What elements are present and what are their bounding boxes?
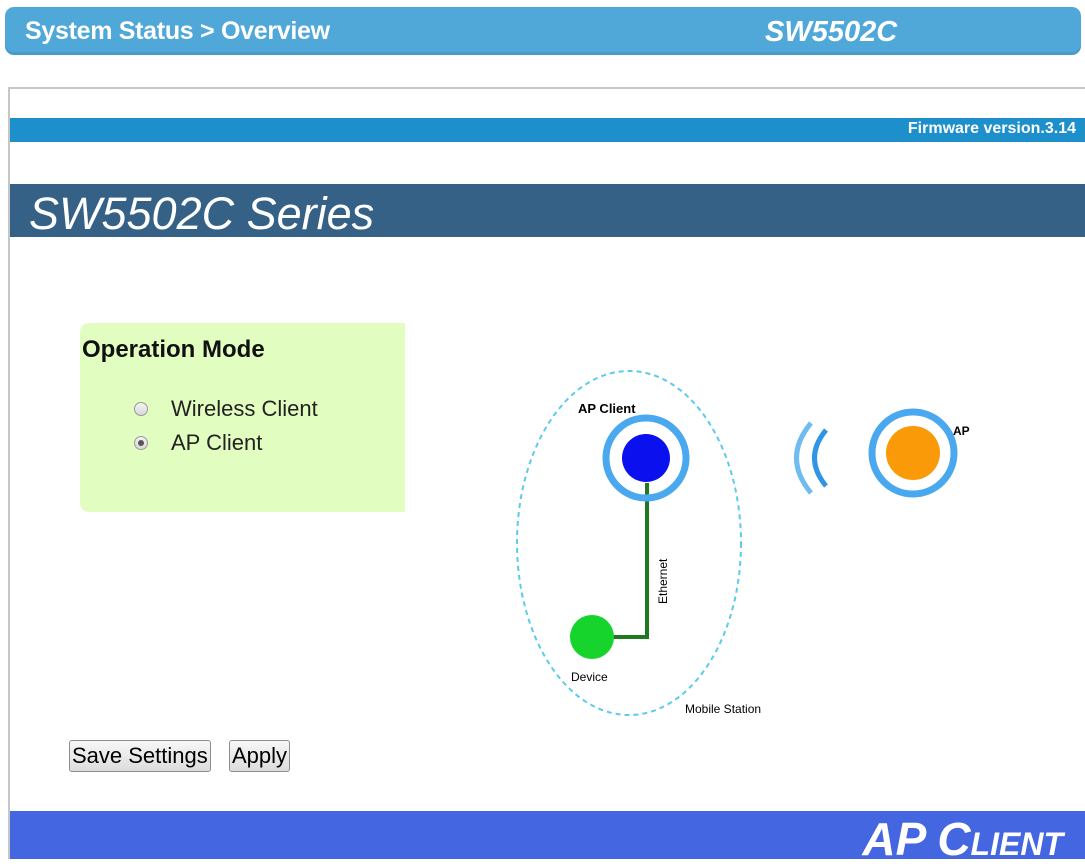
firmware-version: Firmware version.3.14 (907, 120, 1076, 137)
save-settings-button[interactable]: Save Settings (69, 740, 211, 772)
series-banner: SW5502C Series (10, 184, 1085, 239)
operation-mode-title: Operation Mode (82, 336, 265, 363)
series-title: SW5502C Series (29, 188, 375, 239)
radio-wireless-client-indicator[interactable] (134, 402, 148, 416)
mode-footer-bar: AP Client (10, 811, 1085, 865)
radio-ap-client-indicator[interactable] (134, 436, 148, 450)
radio-ap-client-label: AP Client (171, 430, 263, 455)
radio-wireless-client-label: Wireless Client (171, 396, 318, 421)
model-name: SW5502C (765, 16, 898, 48)
operation-mode-panel: Operation Mode Wireless Client AP Client (80, 323, 405, 512)
firmware-bar: Firmware version.3.14 (10, 118, 1085, 142)
apply-button[interactable]: Apply (229, 740, 291, 772)
top-header-bar: System Status > Overview SW5502C (5, 7, 1081, 55)
radio-ap-client[interactable]: AP Client (134, 430, 262, 456)
radio-wireless-client[interactable]: Wireless Client (134, 396, 318, 422)
current-mode-label: AP Client (862, 813, 1063, 865)
breadcrumb: System Status > Overview (25, 17, 330, 45)
